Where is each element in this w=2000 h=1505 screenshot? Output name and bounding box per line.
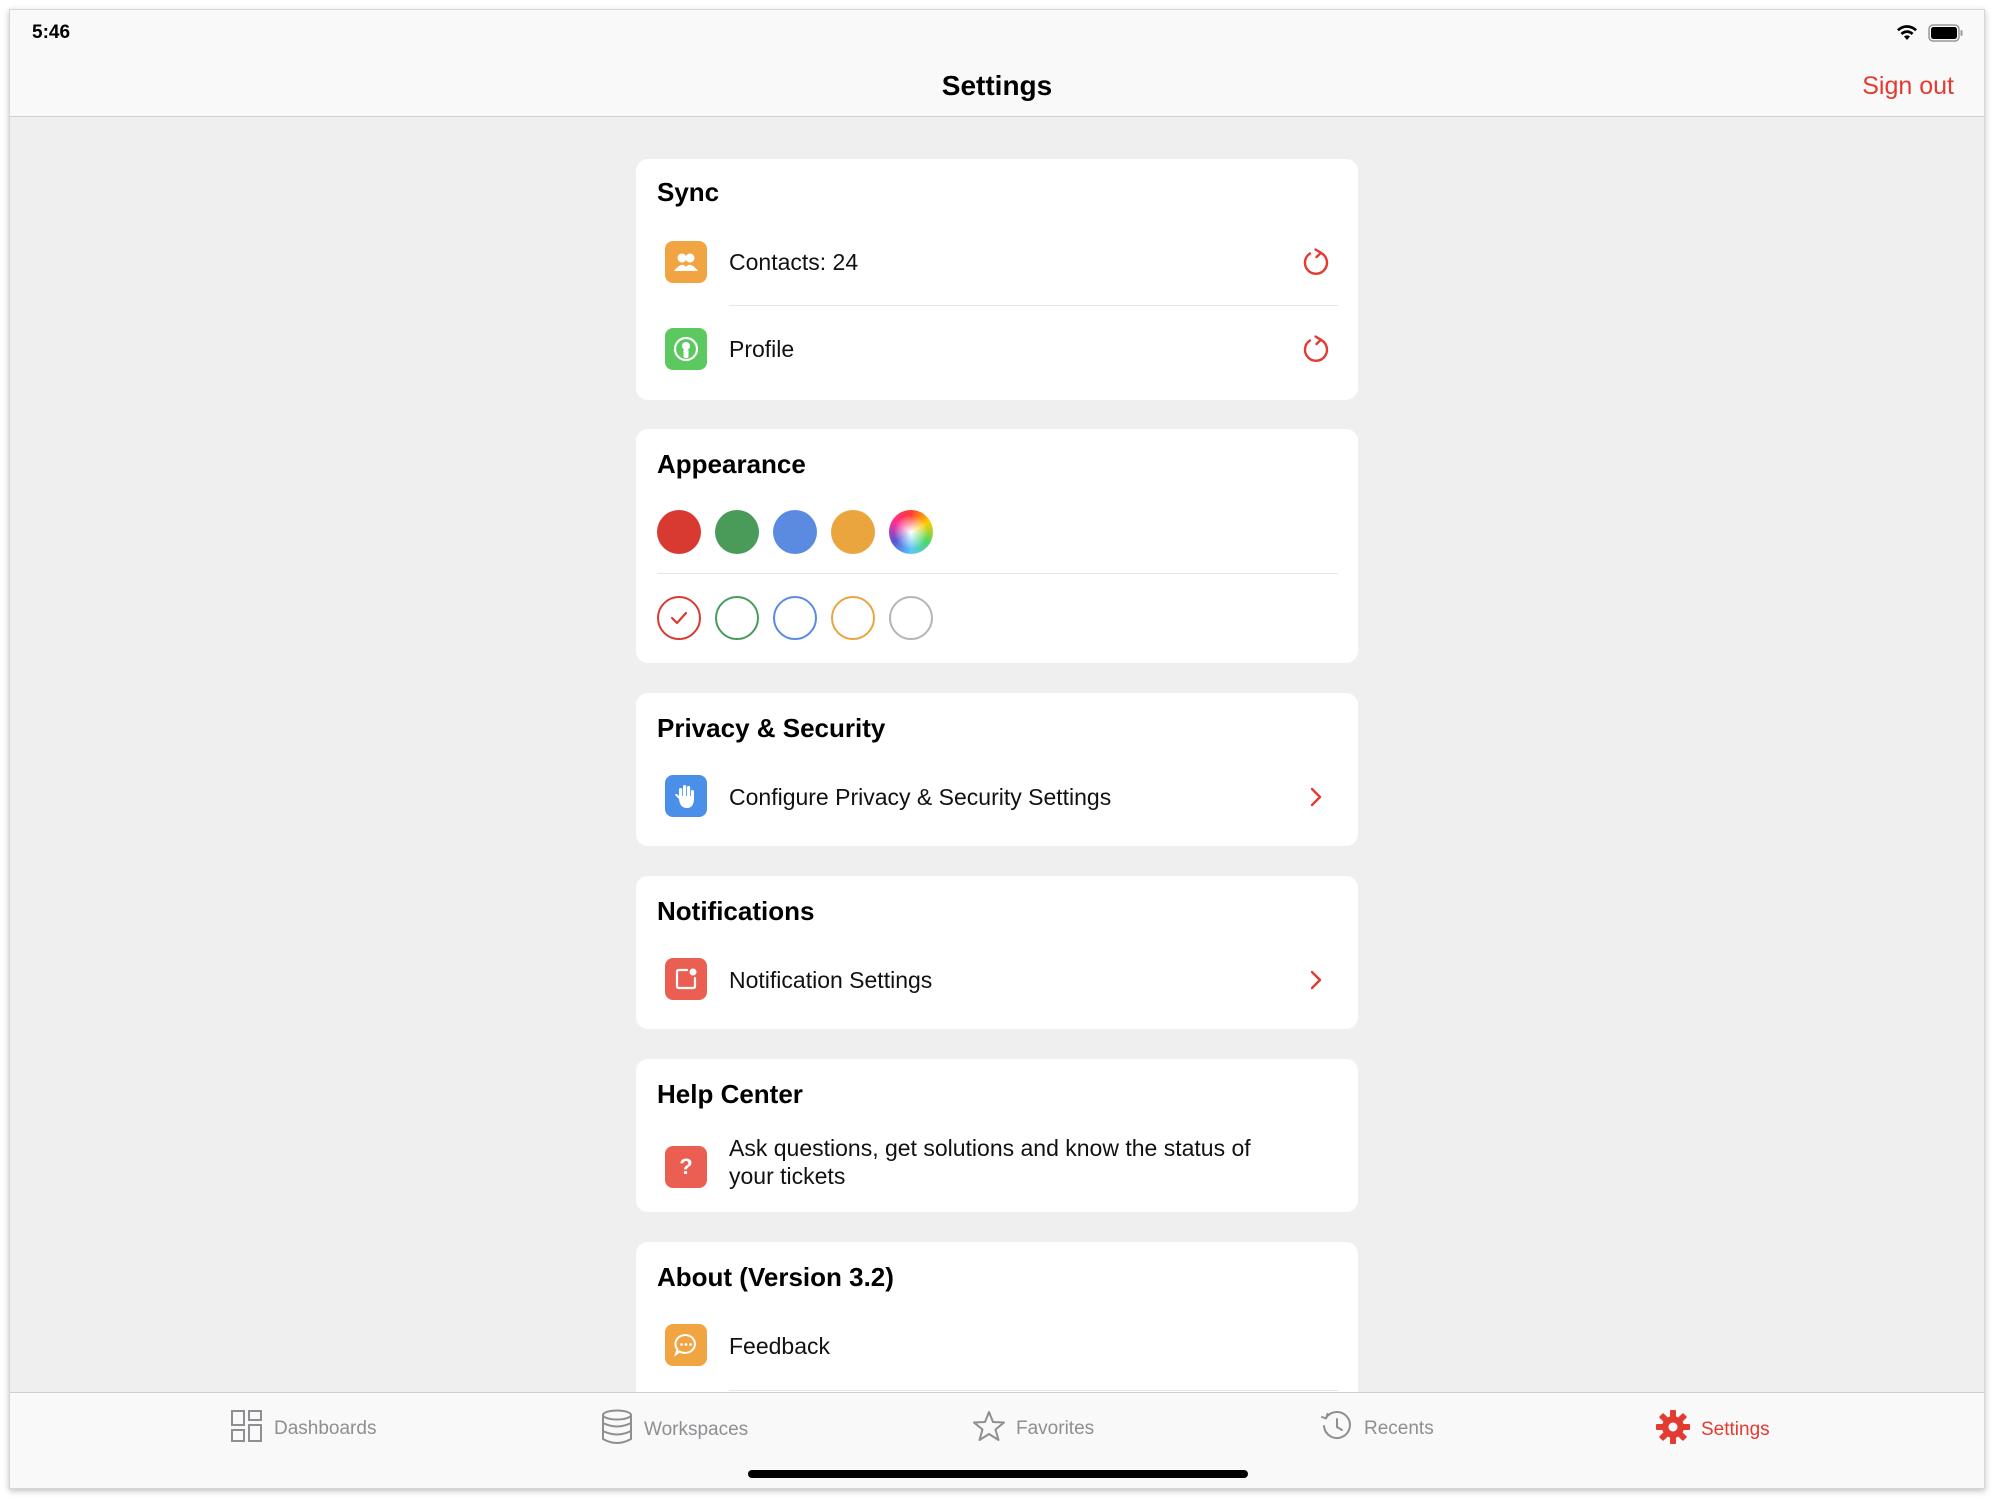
sync-contacts-row[interactable]: Contacts: 24 xyxy=(636,240,1358,302)
tab-workspaces[interactable]: Workspaces xyxy=(600,1409,748,1450)
accent-ring-orange[interactable] xyxy=(831,596,875,640)
theme-swatch-red[interactable] xyxy=(657,510,701,554)
chevron-right-icon xyxy=(1300,781,1332,813)
star-icon xyxy=(972,1409,1006,1448)
question-icon: ? xyxy=(665,1146,707,1188)
contacts-icon xyxy=(665,241,707,283)
wifi-icon xyxy=(1896,25,1918,46)
tab-settings[interactable]: Settings xyxy=(1655,1409,1770,1450)
sync-profile-label: Profile xyxy=(729,336,795,362)
help-center-title: Help Center xyxy=(657,1079,803,1109)
privacy-title: Privacy & Security xyxy=(657,713,886,743)
sync-title: Sync xyxy=(657,177,720,207)
tab-dashboards[interactable]: Dashboards xyxy=(230,1409,376,1448)
about-card: About (Version 3.2) Feedback xyxy=(636,1242,1358,1402)
accent-ring-green[interactable] xyxy=(715,596,759,640)
clock-icon xyxy=(1320,1409,1354,1448)
database-icon xyxy=(600,1409,634,1450)
checkmark-icon xyxy=(670,611,688,625)
sync-contacts-label: Contacts: 24 xyxy=(729,249,859,275)
notification-settings-row[interactable]: Notification Settings xyxy=(636,956,1358,1018)
tab-recents[interactable]: Recents xyxy=(1320,1409,1434,1448)
notifications-card: Notifications Notification Settings xyxy=(636,876,1358,1029)
tab-recents-label: Recents xyxy=(1364,1417,1434,1439)
status-indicators xyxy=(1896,24,1964,47)
feedback-label: Feedback xyxy=(729,1333,831,1359)
feedback-row[interactable]: Feedback xyxy=(636,1322,1358,1384)
privacy-settings-label: Configure Privacy & Security Settings xyxy=(729,784,1112,810)
sign-out-button[interactable]: Sign out xyxy=(1862,72,1954,101)
sync-card: Sync Contacts: 24 Profile xyxy=(636,159,1358,400)
tab-favorites[interactable]: Favorites xyxy=(972,1409,1094,1448)
refresh-icon[interactable] xyxy=(1300,333,1332,365)
tab-workspaces-label: Workspaces xyxy=(644,1418,749,1440)
refresh-icon[interactable] xyxy=(1300,246,1332,278)
accent-ring-gray[interactable] xyxy=(889,596,933,640)
tab-settings-label: Settings xyxy=(1701,1418,1770,1440)
theme-swatch-multicolor[interactable] xyxy=(889,510,933,554)
theme-swatch-blue[interactable] xyxy=(773,510,817,554)
appearance-card: Appearance xyxy=(636,429,1358,663)
battery-icon xyxy=(1928,24,1964,47)
chat-bubble-icon xyxy=(665,1324,707,1366)
profile-icon xyxy=(665,328,707,370)
accent-ring-red-selected[interactable] xyxy=(657,596,701,640)
theme-swatch-green[interactable] xyxy=(715,510,759,554)
help-center-label: Ask questions, get solutions and know th… xyxy=(729,1135,1251,1189)
home-indicator xyxy=(748,1470,1248,1478)
help-center-card: Help Center ? Ask questions, get solutio… xyxy=(636,1059,1358,1212)
notification-settings-label: Notification Settings xyxy=(729,967,933,993)
accent-ring-blue[interactable] xyxy=(773,596,817,640)
status-time: 5:46 xyxy=(32,22,71,43)
sync-profile-row[interactable]: Profile xyxy=(636,327,1358,389)
row-divider xyxy=(729,305,1338,306)
privacy-card: Privacy & Security Configure Privacy & S… xyxy=(636,693,1358,846)
privacy-settings-row[interactable]: Configure Privacy & Security Settings xyxy=(636,773,1358,835)
help-center-row[interactable]: ? Ask questions, get solutions and know … xyxy=(636,1134,1358,1204)
about-title: About (Version 3.2) xyxy=(657,1262,894,1292)
navigation-bar: 5:46 Settings Sign out xyxy=(10,10,1984,117)
row-divider xyxy=(729,1390,1338,1391)
chevron-right-icon xyxy=(1300,964,1332,996)
gear-icon xyxy=(1655,1409,1691,1450)
hand-icon xyxy=(665,775,707,817)
settings-content[interactable]: Sync Contacts: 24 Profile Appearance Pri… xyxy=(10,118,1984,1402)
device-frame: 5:46 Settings Sign out Sync Contacts: 24… xyxy=(9,9,1985,1489)
page-title: Settings xyxy=(941,70,1053,101)
theme-swatch-orange[interactable] xyxy=(831,510,875,554)
tab-dashboards-label: Dashboards xyxy=(274,1417,377,1439)
row-divider xyxy=(657,573,1338,574)
notification-badge-icon xyxy=(665,958,707,1000)
grid-icon xyxy=(230,1409,264,1448)
appearance-title: Appearance xyxy=(657,449,806,479)
notifications-title: Notifications xyxy=(657,896,815,926)
tab-favorites-label: Favorites xyxy=(1016,1417,1095,1439)
tab-bar: Dashboards Workspaces Favorites Recents … xyxy=(10,1392,1984,1488)
